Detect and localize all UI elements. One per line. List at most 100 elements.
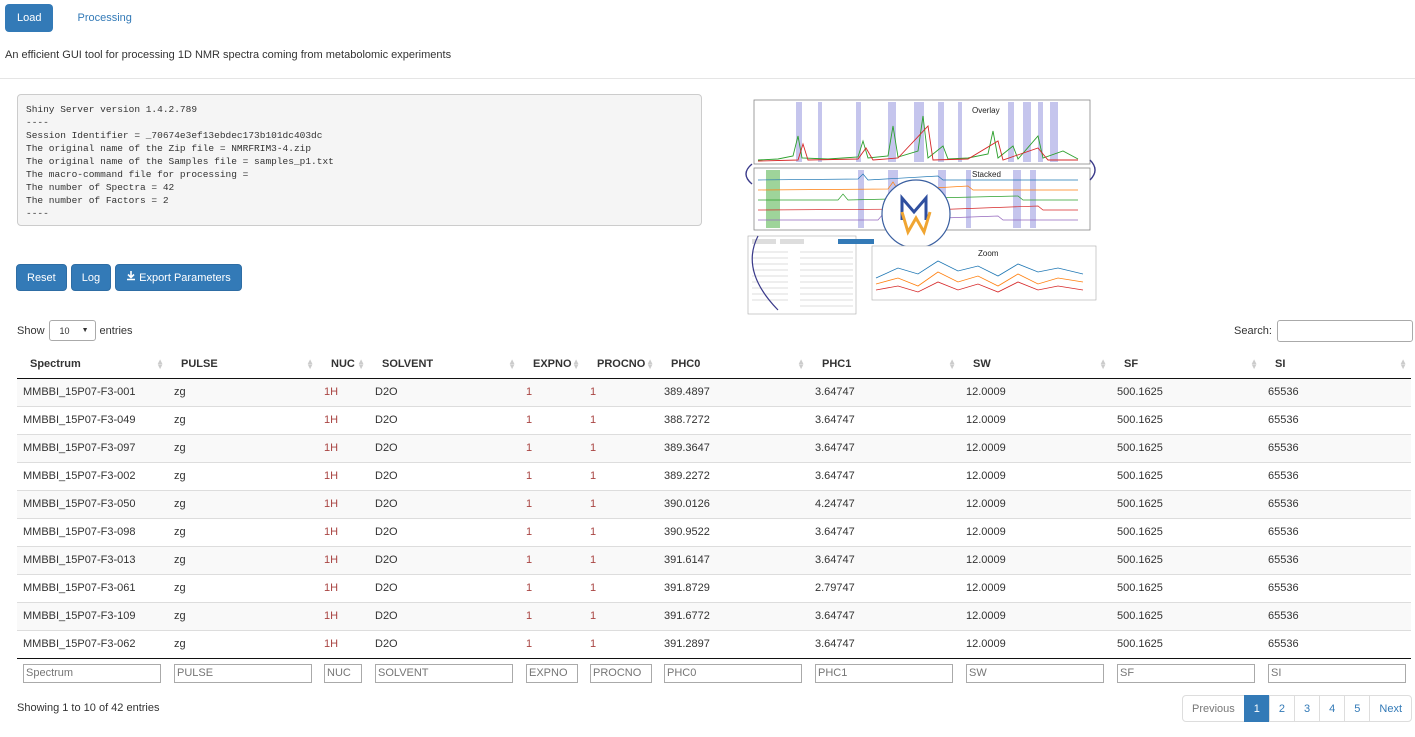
table-cell: 65536 [1262,433,1411,462]
table-row[interactable]: MMBBI_15P07-F3-062 zg 1H D2O 1 1 391.2897 3.647… [17,629,1411,658]
column-header[interactable]: EXPNO ▲ ▼ [520,350,584,379]
table-cell: MMBBI_15P07-F3-013 [17,545,168,574]
table-cell: zg [168,405,318,434]
filter-cell [520,657,584,688]
table-cell: 1 [520,433,584,462]
table-body: MMBBI_15P07-F3-001 zg 1H D2O 1 1 389.4897 3.647… [17,378,1411,658]
table-row[interactable]: MMBBI_15P07-F3-013 zg 1H D2O 1 1 391.6147 3.647… [17,545,1411,574]
filter-cell [809,657,960,688]
table-row[interactable]: MMBBI_15P07-F3-061 zg 1H D2O 1 1 391.8729 2.797… [17,573,1411,602]
filter-cell [658,657,809,688]
table-cell: 3.64747 [809,461,960,490]
pagination-page[interactable]: 1 [1243,695,1270,722]
column-filter-input[interactable] [664,663,802,683]
pagination-page[interactable]: 2 [1268,695,1296,722]
table-cell: 1 [520,378,584,406]
chevron-down-icon: ▼ [81,327,89,334]
table-cell: 1 [584,573,658,602]
table-cell: 3.64747 [809,405,960,434]
column-header-label: SOLVENT [382,357,434,370]
table-cell: 1 [584,433,658,462]
pagination-previous[interactable]: Previous [1182,695,1245,722]
column-header[interactable]: SOLVENT ▲ ▼ [369,350,520,379]
table-cell: 12.0009 [960,489,1111,518]
column-filter-input[interactable] [174,663,312,683]
server-info-box: Shiny Server version 1.4.2.789 ---- Sess… [17,94,702,226]
table-cell: 12.0009 [960,433,1111,462]
table-cell: 4.24747 [809,489,960,518]
table-cell: 389.4897 [658,378,809,406]
column-filter-input[interactable] [1268,663,1406,683]
column-header[interactable]: PULSE ▲ ▼ [168,350,318,379]
table-row[interactable]: MMBBI_15P07-F3-097 zg 1H D2O 1 1 389.3647 3.647… [17,433,1411,462]
pagination-page[interactable]: 5 [1344,695,1371,722]
table-cell: 1 [520,489,584,518]
export-parameters-label: Export Parameters [139,271,231,284]
sort-icon: ▲ ▼ [797,357,805,371]
table-row[interactable]: MMBBI_15P07-F3-109 zg 1H D2O 1 1 391.6772 3.647… [17,601,1411,630]
entries-select[interactable]: 10 ▼ [48,320,96,341]
pagination-next[interactable]: Next [1369,695,1413,722]
table-cell: 1 [520,629,584,658]
table-cell: 1H [318,629,369,658]
table-cell: 500.1625 [1111,378,1262,406]
table-cell: 3.64747 [809,629,960,658]
search-input[interactable] [1276,320,1413,342]
tab-load[interactable]: Load [5,4,54,32]
table-row[interactable]: MMBBI_15P07-F3-098 zg 1H D2O 1 1 390.9522 3.647… [17,517,1411,546]
pagination-page[interactable]: 3 [1294,695,1321,722]
table-cell: 1 [584,629,658,658]
table-cell: 391.6772 [658,601,809,630]
column-filter-input[interactable] [324,663,362,683]
table-row[interactable]: MMBBI_15P07-F3-001 zg 1H D2O 1 1 389.4897 3.647… [17,378,1411,406]
column-filter-input[interactable] [1117,663,1255,683]
table-cell: 65536 [1262,489,1411,518]
column-header-label: SW [973,357,991,370]
sort-icon: ▲ ▼ [508,357,516,371]
table-cell: 500.1625 [1111,629,1262,658]
table-cell: MMBBI_15P07-F3-001 [17,378,168,406]
table-cell: zg [168,461,318,490]
column-filter-input[interactable] [815,663,953,683]
table-cell: 12.0009 [960,573,1111,602]
table-cell: 1 [584,545,658,574]
table-cell: zg [168,433,318,462]
table-row[interactable]: MMBBI_15P07-F3-002 zg 1H D2O 1 1 389.2272 3.647… [17,461,1411,490]
column-header[interactable]: PROCNO ▲ ▼ [584,350,658,379]
table-cell: MMBBI_15P07-F3-097 [17,433,168,462]
table-row[interactable]: MMBBI_15P07-F3-049 zg 1H D2O 1 1 388.7272 3.647… [17,405,1411,434]
column-header[interactable]: SW ▲ ▼ [960,350,1111,379]
reset-button[interactable]: Reset [16,264,67,291]
column-filter-input[interactable] [590,663,652,683]
table-cell: 12.0009 [960,517,1111,546]
length-menu: Show 10 ▼ entries [17,320,133,341]
table-cell: D2O [369,378,520,406]
table-info: Showing 1 to 10 of 42 entries [17,702,160,714]
column-header[interactable]: Spectrum ▲ ▼ [17,350,168,379]
export-parameters-button[interactable]: Export Parameters [115,264,242,291]
column-header[interactable]: SF ▲ ▼ [1111,350,1262,379]
table-cell: 500.1625 [1111,601,1262,630]
table-cell: 391.8729 [658,573,809,602]
table-cell: 12.0009 [960,629,1111,658]
column-header[interactable]: PHC1 ▲ ▼ [809,350,960,379]
log-label: Log [81,271,101,284]
tab-processing[interactable]: Processing [65,4,143,32]
column-header-label: PULSE [181,357,218,370]
table-row[interactable]: MMBBI_15P07-F3-050 zg 1H D2O 1 1 390.0126 4.247… [17,489,1411,518]
log-button[interactable]: Log [70,264,112,291]
table-cell: MMBBI_15P07-F3-049 [17,405,168,434]
table-cell: D2O [369,433,520,462]
table-cell: D2O [369,517,520,546]
column-header[interactable]: SI ▲ ▼ [1262,350,1411,379]
table-cell: 1H [318,489,369,518]
table-cell: 65536 [1262,545,1411,574]
pagination-page[interactable]: 4 [1319,695,1346,722]
column-header[interactable]: PHC0 ▲ ▼ [658,350,809,379]
column-filter-input[interactable] [966,663,1104,683]
column-filter-input[interactable] [23,663,161,683]
table-cell: 65536 [1262,517,1411,546]
column-filter-input[interactable] [375,663,513,683]
column-filter-input[interactable] [526,663,578,683]
column-header[interactable]: NUC ▲ ▼ [318,350,369,379]
